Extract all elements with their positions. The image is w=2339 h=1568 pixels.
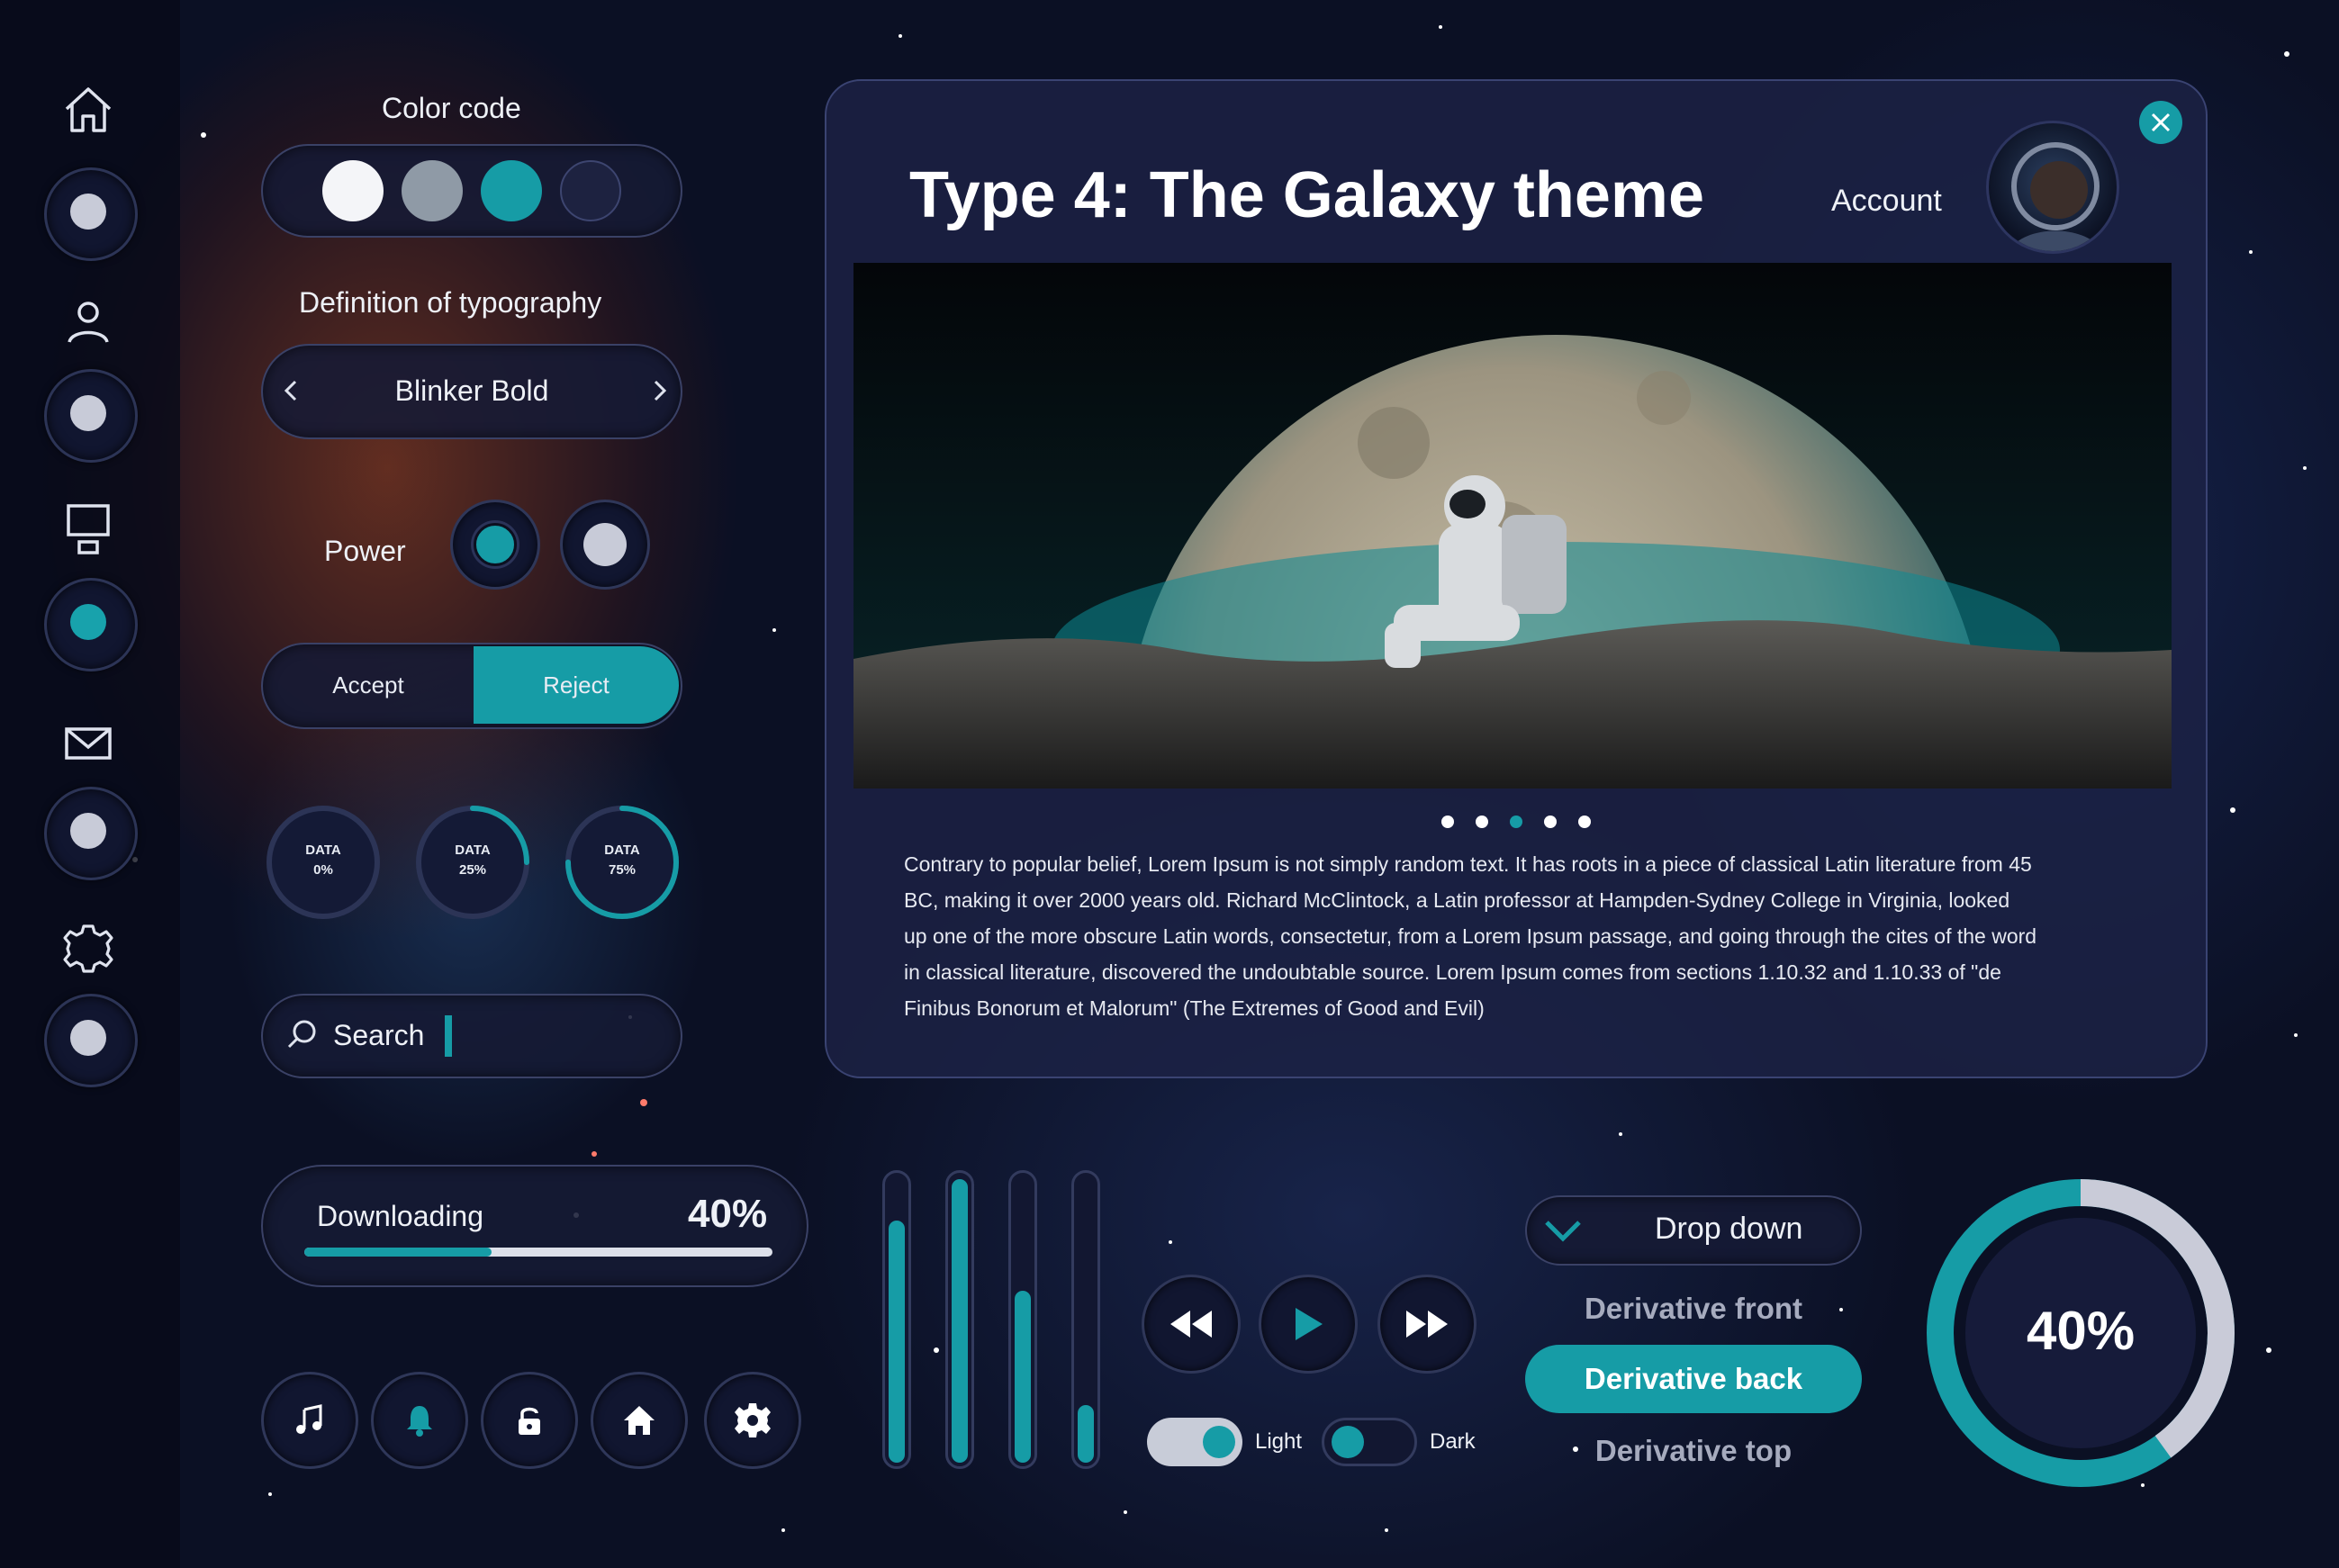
swatch-teal[interactable]	[481, 160, 542, 221]
swatch-gray[interactable]	[402, 160, 463, 221]
sidebar-toggle-monitor[interactable]	[44, 578, 138, 671]
typography-label: Definition of typography	[299, 286, 602, 319]
data-ring-1: DATA 25%	[414, 841, 531, 880]
data-ring-title: DATA	[305, 843, 341, 858]
user-icon[interactable]	[59, 293, 117, 351]
rewind-button[interactable]	[1142, 1275, 1241, 1374]
lock-icon	[519, 1407, 540, 1435]
astronaut-avatar-icon	[2009, 142, 2102, 251]
volume-slider-3[interactable]	[1008, 1170, 1037, 1469]
accept-button[interactable]: Accept	[265, 646, 472, 724]
download-percent: 40%	[688, 1192, 768, 1236]
home-icon[interactable]	[59, 81, 117, 139]
chevron-right-icon[interactable]	[646, 374, 673, 407]
power-label: Power	[324, 535, 406, 567]
bell-button[interactable]	[371, 1372, 468, 1469]
search-bar[interactable]	[261, 994, 682, 1078]
volume-slider-4[interactable]	[1071, 1170, 1100, 1469]
search-icon	[284, 1017, 321, 1053]
sidebar-toggle-home[interactable]	[44, 167, 138, 261]
data-ring-title: DATA	[604, 843, 640, 858]
power-off-button[interactable]	[560, 500, 650, 590]
data-ring-value: 0%	[313, 862, 333, 878]
gear-icon[interactable]	[59, 920, 117, 978]
download-progress-fill	[304, 1248, 492, 1257]
volume-slider-2[interactable]	[945, 1170, 974, 1469]
data-ring-0: DATA 0%	[265, 841, 382, 880]
dropdown-item-top[interactable]: Derivative top	[1525, 1417, 1862, 1485]
close-icon	[2151, 113, 2171, 132]
page-title: Type 4: The Galaxy theme	[909, 159, 1704, 231]
data-ring-2: DATA 75%	[564, 841, 681, 880]
fast-forward-icon	[1406, 1311, 1448, 1338]
dropdown-item-front[interactable]: Derivative front	[1525, 1275, 1862, 1343]
reject-button[interactable]: Reject	[474, 646, 679, 724]
chevron-down-icon	[1541, 1213, 1585, 1246]
monitor-icon[interactable]	[59, 500, 117, 558]
power-on-button[interactable]	[450, 500, 540, 590]
rewind-icon	[1170, 1311, 1212, 1338]
dropdown-item-back[interactable]: Derivative back	[1525, 1345, 1862, 1413]
chevron-left-icon[interactable]	[277, 374, 304, 407]
slider-fill	[889, 1220, 905, 1463]
body-paragraph: Contrary to popular belief, Lorem Ipsum …	[904, 852, 2037, 1020]
color-code-label: Color code	[382, 92, 521, 124]
sidebar-toggle-mail[interactable]	[44, 787, 138, 880]
carousel-dot[interactable]	[1544, 816, 1557, 828]
astronaut-moon-illustration	[853, 263, 2172, 789]
mail-icon[interactable]	[59, 715, 117, 772]
sidebar	[0, 0, 180, 1568]
swatch-white[interactable]	[322, 160, 384, 221]
slider-fill	[952, 1179, 968, 1463]
bell-icon	[407, 1406, 432, 1437]
sidebar-toggle-user[interactable]	[44, 369, 138, 463]
close-button[interactable]	[2139, 101, 2182, 144]
music-button[interactable]	[261, 1372, 358, 1469]
dropdown-label: Drop down	[1655, 1212, 1803, 1246]
play-icon	[1296, 1308, 1323, 1340]
carousel-dot[interactable]	[1476, 816, 1488, 828]
dark-label: Dark	[1430, 1429, 1476, 1454]
gear-icon	[735, 1403, 771, 1437]
light-toggle[interactable]	[1147, 1418, 1242, 1466]
home-icon	[624, 1406, 655, 1435]
download-progress-track	[304, 1248, 772, 1257]
home-button[interactable]	[591, 1372, 688, 1469]
light-label: Light	[1255, 1429, 1303, 1454]
carousel-dot[interactable]	[1510, 816, 1522, 828]
toggle-knob	[1203, 1426, 1235, 1458]
hero-image	[853, 263, 2172, 789]
swatch-navy[interactable]	[560, 160, 621, 221]
music-icon	[296, 1404, 322, 1434]
data-ring-value: 25%	[458, 862, 487, 878]
carousel-dot[interactable]	[1441, 816, 1454, 828]
slider-fill	[1015, 1291, 1031, 1463]
carousel-dots	[1435, 812, 1597, 832]
play-button[interactable]	[1259, 1275, 1358, 1374]
download-label: Downloading	[317, 1200, 484, 1232]
carousel-dot[interactable]	[1578, 816, 1591, 828]
avatar[interactable]	[1986, 121, 2119, 254]
settings-button[interactable]	[704, 1372, 801, 1469]
data-ring-value: 75%	[608, 862, 637, 878]
lock-button[interactable]	[481, 1372, 578, 1469]
account-link[interactable]: Account	[1831, 184, 1942, 219]
search-input[interactable]: Search	[333, 1019, 424, 1052]
carousel-dot-graphics	[1441, 816, 1591, 828]
text-cursor	[445, 1015, 452, 1057]
fast-forward-button[interactable]	[1377, 1275, 1477, 1374]
dark-toggle[interactable]	[1322, 1418, 1417, 1466]
gauge-percent: 40%	[2026, 1301, 2136, 1361]
font-name: Blinker Bold	[394, 374, 549, 407]
data-ring-title: DATA	[455, 843, 491, 858]
sidebar-toggle-settings[interactable]	[44, 994, 138, 1087]
slider-fill	[1078, 1405, 1094, 1463]
toggle-knob	[1332, 1426, 1364, 1458]
volume-slider-1[interactable]	[882, 1170, 911, 1469]
